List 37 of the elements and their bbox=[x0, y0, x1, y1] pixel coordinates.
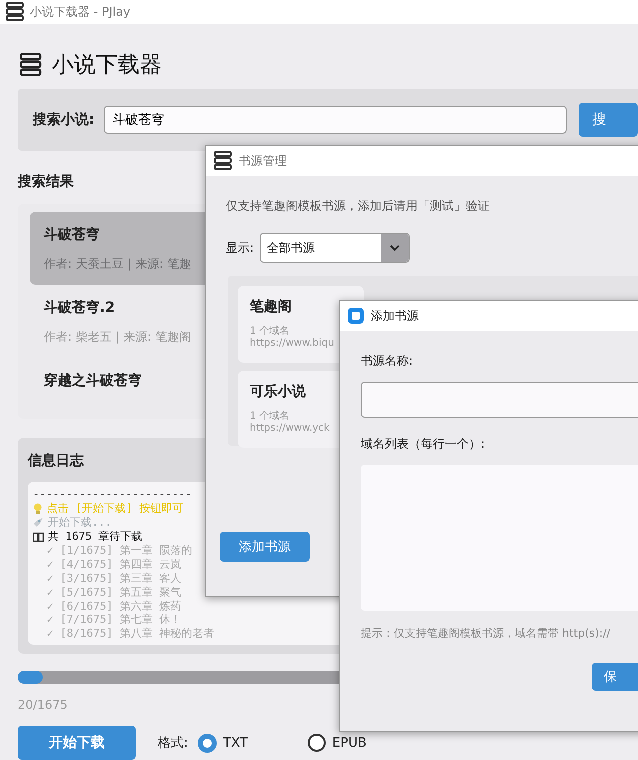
result-title: 斗破苍穹 bbox=[44, 226, 100, 244]
hint-text: 提示：仅支持笔趣阁模板书源，域名需带 http(s):// bbox=[361, 626, 612, 641]
separator-line: ------------------------ bbox=[33, 488, 192, 502]
log-line: ✓ [4/1675] 第四章 云岚 bbox=[47, 556, 182, 572]
log-line: ✓ [8/1675] 第八章 神秘的老者 bbox=[47, 626, 214, 642]
note-text: 仅支持笔趣阁模板书源，添加后请用「测试」验证 bbox=[226, 198, 491, 215]
log-line: 点击 [开始下载] 按钮即可 bbox=[47, 501, 184, 516]
log-line: 开始下载... bbox=[48, 515, 112, 530]
radio-label: EPUB bbox=[332, 736, 367, 750]
domain-url: https://www.yck bbox=[250, 423, 330, 434]
log-line: ✓ [6/1675] 第六章 炼药 bbox=[47, 598, 182, 614]
format-label: 格式: bbox=[158, 735, 188, 752]
window-title: 添加书源 bbox=[371, 308, 419, 324]
log-line: ✓ [1/1675] 第一章 陨落的 bbox=[47, 543, 192, 558]
result-meta: 作者: 柴老五 | 来源: 笔趣阁 bbox=[44, 329, 192, 346]
result-title: 斗破苍穹.2 bbox=[44, 299, 116, 317]
domain-url: https://www.biqu bbox=[250, 338, 334, 349]
log-line: ✓ [3/1675] 第三章 客人 bbox=[47, 570, 182, 586]
log-line: 共 1675 章待下载 bbox=[48, 529, 143, 544]
domain-count: 1 个域名 bbox=[250, 410, 290, 423]
search-label: 搜索小说: bbox=[33, 111, 95, 129]
filter-label: 显示: bbox=[226, 240, 254, 256]
app-title: 小说下载器 bbox=[52, 52, 162, 80]
radio-label: TXT bbox=[223, 736, 248, 750]
domain-count: 1 个域名 bbox=[250, 324, 290, 338]
progress-count: 20/1675 bbox=[18, 698, 69, 714]
log-line: ✓ [5/1675] 第五章 聚气 bbox=[47, 584, 182, 600]
field-label: 域名列表（每行一个）: bbox=[361, 436, 486, 453]
field-label: 书源名称: bbox=[361, 353, 414, 370]
section-title: 搜索结果 bbox=[18, 173, 74, 191]
window-title: 小说下载器 - PJlay bbox=[30, 4, 131, 20]
source-name: 笔趣阁 bbox=[250, 298, 293, 316]
result-meta: 作者: 天蚕土豆 | 来源: 笔趣 bbox=[44, 256, 192, 273]
window-title: 书源管理 bbox=[239, 152, 287, 170]
source-name: 可乐小说 bbox=[250, 383, 307, 401]
log-line: ✓ [7/1675] 第七章 休！ bbox=[47, 612, 182, 628]
section-title: 信息日志 bbox=[28, 452, 84, 470]
